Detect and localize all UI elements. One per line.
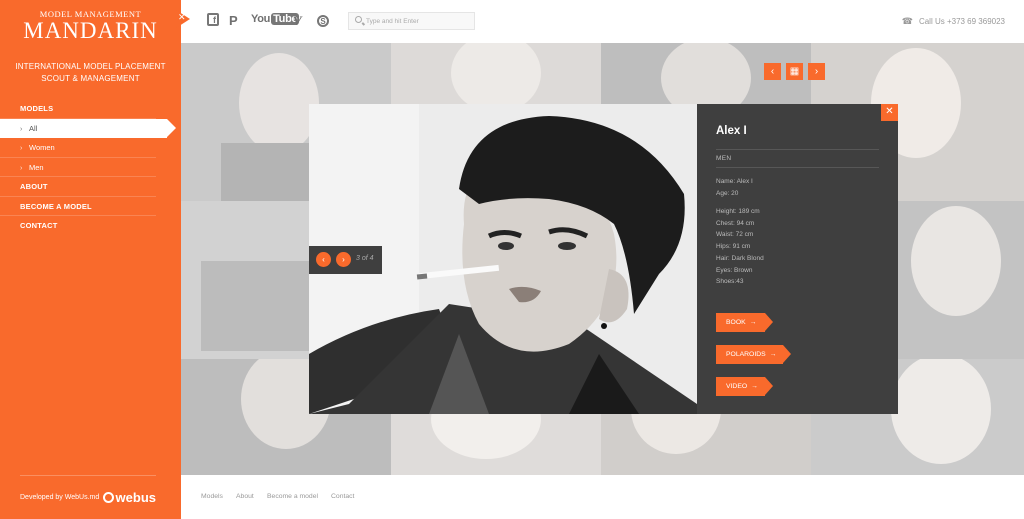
sidebar-footer: Developed by WebUs.md webus xyxy=(20,475,156,519)
gallery-grid-button[interactable]: ▦ xyxy=(786,63,803,80)
arrow-right-icon: → xyxy=(769,351,777,358)
tagline-line-2: SCOUT & MANAGEMENT xyxy=(41,74,140,83)
nav-become-a-model[interactable]: BECOME A MODEL xyxy=(0,197,156,216)
photo-next-button[interactable]: › xyxy=(336,252,351,267)
close-icon: ✕ xyxy=(178,12,186,22)
top-bar: f P YouTube V S ☎Call Us +373 69 369023 xyxy=(181,0,1024,43)
logo[interactable]: MODEL MANAGEMENT MANDARIN xyxy=(0,0,181,43)
call-us: ☎ Call Us +373 69 369023 xyxy=(902,16,1005,27)
tagline: INTERNATIONAL MODEL PLACEMENT SCOUT & MA… xyxy=(0,61,181,85)
nav-models[interactable]: MODELS xyxy=(0,99,156,119)
search-input[interactable] xyxy=(366,13,472,29)
sidebar-toggle-button[interactable]: ✕ xyxy=(176,10,194,28)
webus-icon xyxy=(102,492,114,503)
detail-shoes: Shoes:43 xyxy=(716,278,744,286)
model-modal: ‹ › 3 of 4 Alex I MEN Name: Alex I Age: … xyxy=(309,104,898,414)
polaroids-button-label: POLAROIDS xyxy=(726,351,766,358)
logo-name: MANDARIN xyxy=(23,18,158,43)
nav-sub-men-label: Men xyxy=(29,162,44,172)
gallery-next-button[interactable]: › xyxy=(808,63,825,80)
search-icon xyxy=(355,16,362,23)
detail-height: Height: 189 cm xyxy=(716,208,760,215)
gallery-prev-button[interactable]: ‹ xyxy=(764,63,781,80)
photo-counter-text: 3 of 4 xyxy=(356,255,374,262)
book-button[interactable]: BOOK → xyxy=(716,313,773,332)
nav-sub-women[interactable]: › Women xyxy=(0,138,156,158)
book-button-label: BOOK xyxy=(726,319,746,326)
footer-link-become-a-model[interactable]: Become a model xyxy=(267,493,318,500)
model-info-panel: Alex I MEN Name: Alex I Age: 20 Height: … xyxy=(697,104,898,414)
divider xyxy=(716,167,879,168)
webus-logo-text: webus xyxy=(115,490,156,505)
vimeo-icon[interactable]: V xyxy=(293,13,302,29)
nav-contact[interactable]: CONTACT xyxy=(0,216,156,236)
detail-chest: Chest: 94 cm xyxy=(716,219,755,227)
model-basic-details: Name: Alex I Age: 20 xyxy=(716,176,753,199)
modal-close-button[interactable]: ✕ xyxy=(881,104,898,121)
video-button[interactable]: VIDEO → xyxy=(716,377,773,396)
detail-hips: Hips: 91 cm xyxy=(716,243,751,251)
nav-sub-women-label: Women xyxy=(29,143,55,152)
chevron-right-icon: › xyxy=(20,125,23,133)
photo-prev-button[interactable]: ‹ xyxy=(316,252,331,267)
model-category: MEN xyxy=(716,155,732,162)
nav-about[interactable]: ABOUT xyxy=(0,177,156,197)
close-icon: ✕ xyxy=(885,106,894,117)
footer-link-models[interactable]: Models xyxy=(201,493,223,500)
arrow-right-icon: → xyxy=(749,319,757,326)
chevron-right-icon: › xyxy=(814,66,819,77)
divider xyxy=(716,149,879,150)
pinterest-icon[interactable]: P xyxy=(229,13,238,29)
chevron-right-icon: › xyxy=(20,164,23,172)
photo-counter: ‹ › 3 of 4 xyxy=(309,246,382,274)
grid-icon: ▦ xyxy=(789,66,800,77)
search-box[interactable] xyxy=(348,12,475,30)
model-measurements: Height: 189 cm Chest: 94 cm Waist: 72 cm… xyxy=(716,206,764,288)
sidebar: MODEL MANAGEMENT MANDARIN INTERNATIONAL … xyxy=(0,0,181,519)
phone-icon: ☎ xyxy=(901,16,913,26)
nav-sub-men[interactable]: › Men xyxy=(0,158,156,177)
model-photo: ‹ › 3 of 4 xyxy=(309,104,697,414)
footer-link-about[interactable]: About xyxy=(236,493,254,500)
tagline-line-1: INTERNATIONAL MODEL PLACEMENT xyxy=(15,62,166,71)
facebook-icon[interactable]: f xyxy=(207,13,219,26)
nav-sub-all[interactable]: › All xyxy=(0,118,176,138)
chevron-left-icon: ‹ xyxy=(770,66,775,77)
app: MODEL MANAGEMENT MANDARIN INTERNATIONAL … xyxy=(0,0,1024,519)
detail-hair: Hair: Dark Blond xyxy=(716,254,764,262)
main-nav: MODELS › All › Women › Men ABOUT BECOME A M… xyxy=(0,99,181,236)
detail-name: Name: Alex I xyxy=(716,178,753,185)
footer: Models About Become a model Contact xyxy=(181,475,1024,519)
chevron-right-icon: › xyxy=(20,145,23,152)
chevron-left-icon: ‹ xyxy=(322,255,325,264)
video-button-label: VIDEO xyxy=(726,383,748,390)
detail-eyes: Eyes: Brown xyxy=(716,266,753,274)
model-name: Alex I xyxy=(716,125,747,137)
footer-link-contact[interactable]: Contact xyxy=(331,493,354,500)
youtube-icon-text-a: You xyxy=(251,13,271,25)
arrow-right-icon: → xyxy=(751,383,758,390)
webus-logo[interactable]: webus xyxy=(102,490,156,505)
chevron-right-icon: › xyxy=(342,255,345,264)
call-us-text: Call Us +373 69 369023 xyxy=(918,17,1005,26)
nav-sub-all-label: All xyxy=(29,123,38,133)
skype-icon[interactable]: S xyxy=(317,15,329,27)
detail-waist: Waist: 72 cm xyxy=(716,231,754,239)
polaroids-button[interactable]: POLAROIDS → xyxy=(716,345,791,364)
detail-age: Age: 20 xyxy=(716,189,739,197)
developed-by[interactable]: Developed by WebUs.md xyxy=(20,494,99,501)
